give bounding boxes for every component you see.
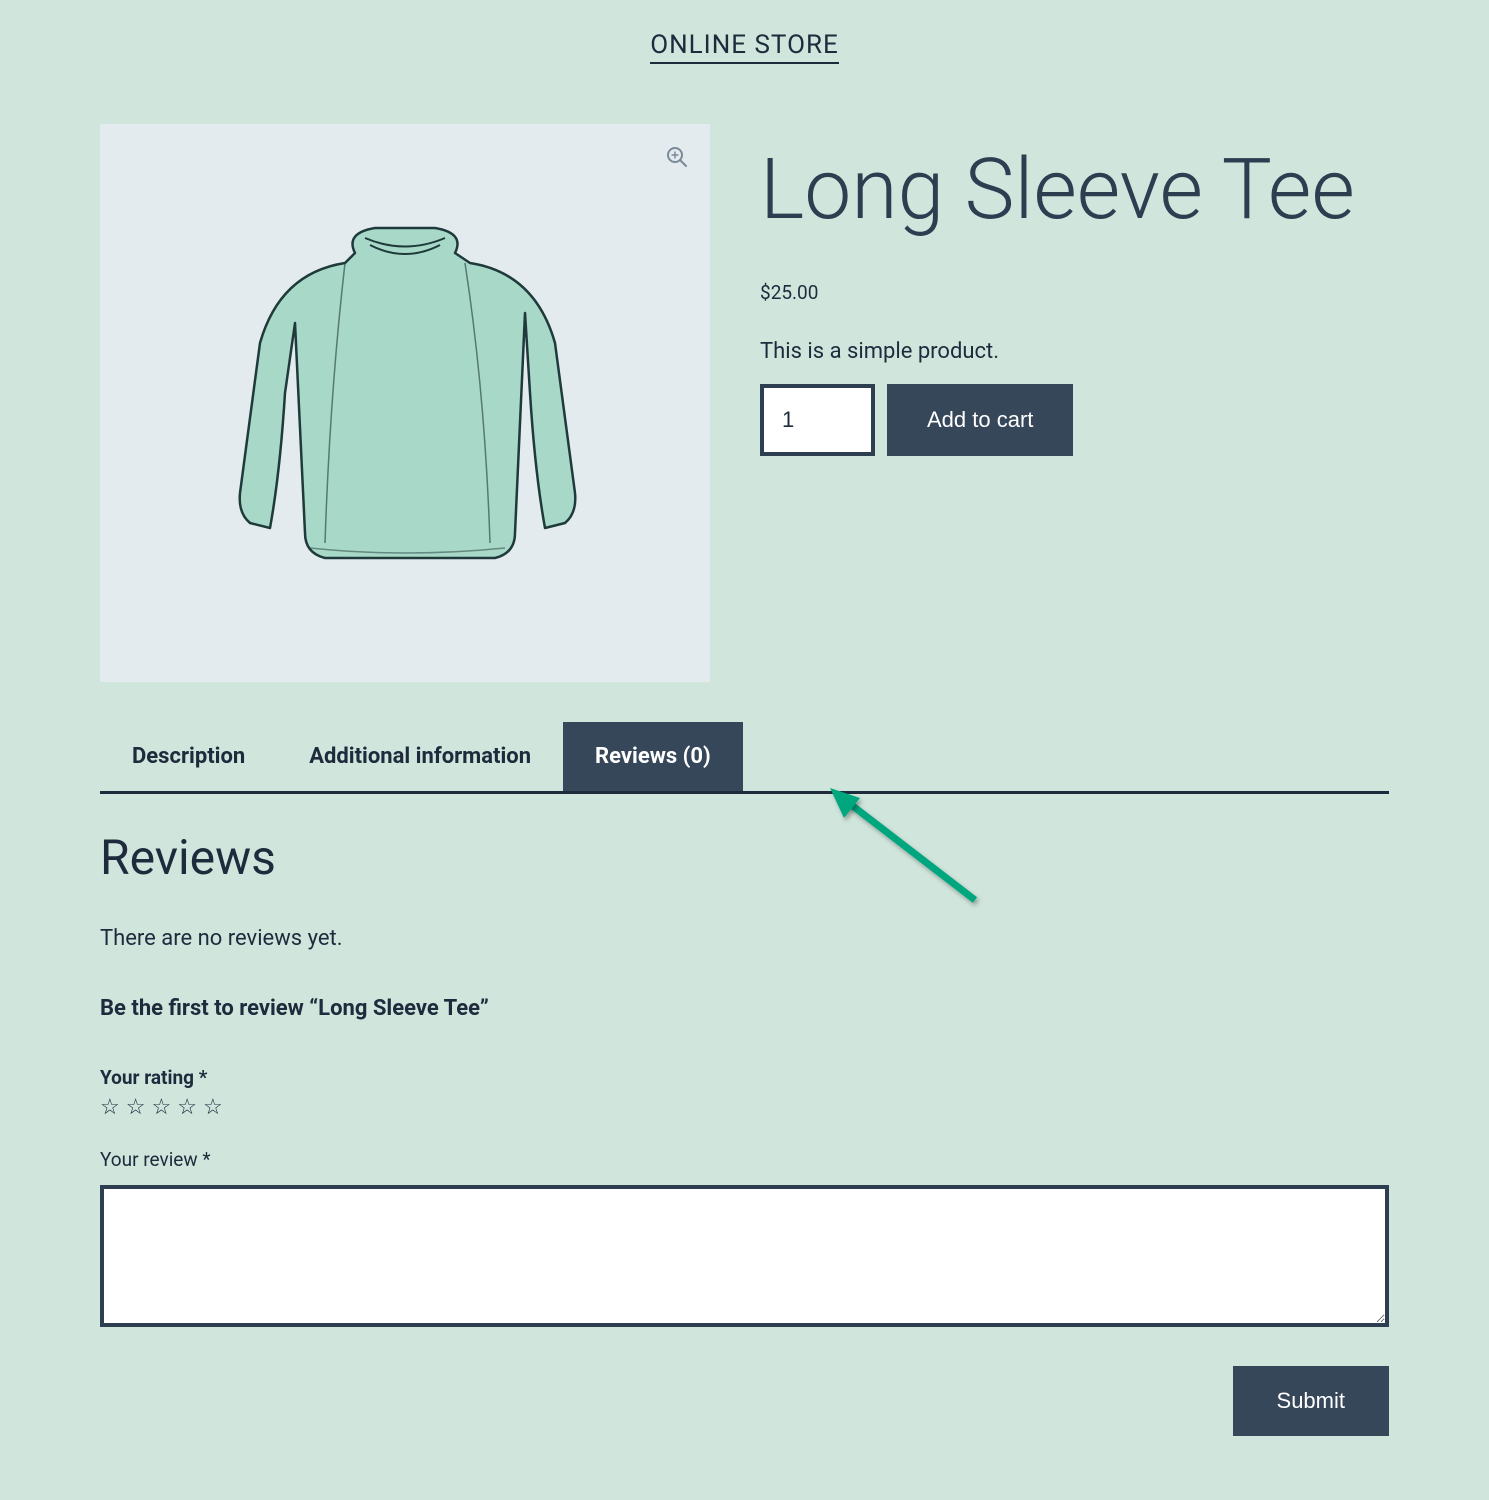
product-short-description: This is a simple product. [760,339,1389,364]
rating-stars: ☆ ☆ ☆ ☆ ☆ [100,1095,1389,1120]
no-reviews-text: There are no reviews yet. [100,926,1389,951]
review-prompt: Be the first to review “Long Sleeve Tee” [100,996,1389,1021]
tshirt-illustration-icon [195,213,615,593]
review-textarea-label: Your review * [100,1148,1389,1171]
site-title-link[interactable]: ONLINE STORE [650,30,839,64]
star-3-icon[interactable]: ☆ [151,1095,171,1120]
reviews-heading: Reviews [100,829,1389,886]
star-4-icon[interactable]: ☆ [177,1095,197,1120]
star-2-icon[interactable]: ☆ [126,1095,146,1120]
reviews-panel: Reviews There are no reviews yet. Be the… [100,794,1389,1436]
product-main: Long Sleeve Tee $25.00 This is a simple … [100,124,1389,682]
add-to-cart-form: Add to cart [760,384,1389,456]
zoom-icon[interactable] [662,142,692,172]
star-1-icon[interactable]: ☆ [100,1095,120,1120]
site-header: ONLINE STORE [100,0,1389,124]
review-textarea[interactable] [100,1185,1389,1327]
quantity-input[interactable] [760,384,875,456]
product-image[interactable] [100,124,710,682]
product-info: Long Sleeve Tee $25.00 This is a simple … [760,124,1389,682]
add-to-cart-button[interactable]: Add to cart [887,384,1073,456]
tab-additional-information[interactable]: Additional information [277,722,563,791]
tab-reviews[interactable]: Reviews (0) [563,722,743,791]
product-tabs: Description Additional information Revie… [100,722,1389,794]
product-price: $25.00 [760,281,1389,304]
rating-label: Your rating * [100,1066,1389,1089]
tab-description[interactable]: Description [100,722,277,791]
star-5-icon[interactable]: ☆ [203,1095,223,1120]
submit-review-button[interactable]: Submit [1233,1366,1389,1436]
product-title: Long Sleeve Tee [760,144,1389,236]
